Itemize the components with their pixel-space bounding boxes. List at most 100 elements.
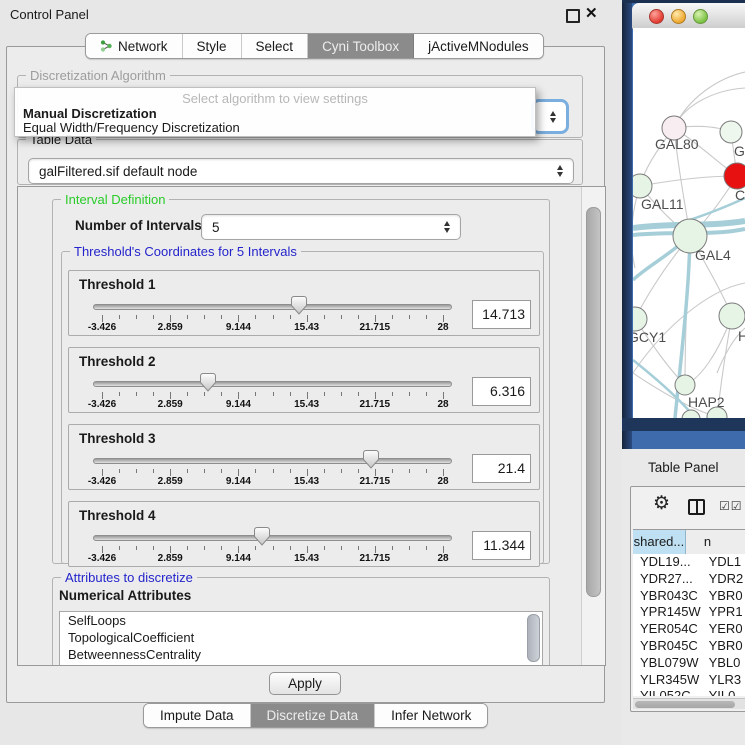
slider-track[interactable]	[93, 458, 452, 464]
slider-tick	[341, 392, 342, 396]
node-label: H	[738, 328, 745, 344]
slider-tick	[358, 315, 359, 319]
slider-thumb[interactable]	[254, 527, 270, 546]
scrollpane-scrollbar-thumb[interactable]	[586, 207, 601, 597]
network-node-c[interactable]	[724, 163, 745, 189]
attribute-list-item[interactable]: BetweennessCentrality	[60, 646, 542, 663]
tab-network[interactable]: Network	[86, 34, 183, 58]
attribute-list-item[interactable]: SelfLoops	[60, 612, 542, 629]
slider-tick	[409, 392, 410, 396]
table-row[interactable]: YPR145WYPR1	[633, 604, 745, 621]
combo-stepper-icon	[557, 165, 564, 177]
table-hscrollbar-track[interactable]	[633, 698, 745, 709]
network-window-titlebar[interactable]	[632, 3, 745, 29]
cell-name: YIL0	[704, 688, 745, 696]
slider-thumb[interactable]	[363, 450, 379, 469]
threshold-label: Threshold 4	[79, 508, 156, 523]
tab-cyni-toolbox[interactable]: Cyni Toolbox	[308, 34, 414, 58]
tab-style[interactable]: Style	[183, 34, 242, 58]
network-node-hap2[interactable]	[675, 375, 695, 395]
table-row[interactable]: YIL052CYIL0	[633, 688, 745, 696]
mac-zoom-button[interactable]	[693, 9, 708, 24]
cell-shared-name: YDR27...	[633, 571, 704, 588]
slider-track[interactable]	[93, 535, 452, 541]
slider-tick-label: 21.715	[360, 399, 391, 410]
num-intervals-combobox[interactable]: 5	[201, 214, 461, 240]
table-row[interactable]: YDR27...YDR2	[633, 571, 745, 588]
threshold-value-field[interactable]: 14.713	[472, 300, 531, 329]
tab-impute-data[interactable]: Impute Data	[144, 704, 251, 727]
slider-tick	[273, 315, 274, 319]
table-hscrollbar-thumb[interactable]	[635, 701, 735, 708]
tab-jactivemnodules[interactable]: jActiveMNodules	[414, 34, 543, 58]
apply-button[interactable]: Apply	[269, 672, 341, 695]
slider-track[interactable]	[93, 304, 452, 310]
slider-track[interactable]	[93, 381, 452, 387]
slider-thumb[interactable]	[200, 373, 216, 392]
attribute-list-item[interactable]: TopologicalCoefficient	[60, 629, 542, 646]
slider-tick	[290, 392, 291, 396]
float-window-icon[interactable]	[566, 9, 580, 23]
slider-tick	[238, 469, 239, 476]
select-columns-icon[interactable]: ☑☑	[719, 499, 743, 513]
slider-tick	[170, 315, 171, 322]
network-node-gal11[interactable]	[633, 174, 652, 198]
mac-minimize-button[interactable]	[671, 9, 686, 24]
network-canvas[interactable]: GAL80GACGAL11GAL4GCY1HHAP2	[633, 28, 745, 418]
slider-tick	[153, 315, 154, 319]
column-header-shared-name[interactable]: shared...	[633, 530, 686, 554]
num-intervals-label: Number of Intervals	[75, 218, 202, 233]
threshold-value-field[interactable]: 21.4	[472, 454, 531, 483]
thresholds-group: Threshold's Coordinates for 5 Intervals …	[61, 251, 544, 564]
slider-tick	[307, 315, 308, 322]
threshold-value-field[interactable]: 6.316	[472, 377, 531, 406]
algorithm-combobox[interactable]	[531, 99, 569, 134]
split-columns-icon[interactable]	[688, 499, 705, 515]
algorithm-option[interactable]: Equal Width/Frequency Discretization	[23, 120, 240, 135]
combo-value: 5	[202, 220, 220, 235]
mac-close-button[interactable]	[649, 9, 664, 24]
slider-tick	[153, 546, 154, 550]
slider-tick	[119, 546, 120, 550]
network-node[interactable]	[682, 410, 700, 418]
cyni-toolbox-panel: Discretization Algorithm Select algorith…	[6, 46, 605, 703]
tab-select[interactable]: Select	[242, 34, 309, 58]
top-tabbar: NetworkStyleSelectCyni ToolboxjActiveMNo…	[85, 33, 544, 59]
slider-tick-label: 2.859	[158, 476, 183, 487]
control-panel-titlebar: Control Panel ✕	[0, 0, 620, 30]
threshold-label: Threshold 1	[79, 277, 156, 292]
slider-tick	[255, 392, 256, 396]
slider-tick	[204, 315, 205, 319]
table-row[interactable]: YER054CYER0	[633, 621, 745, 638]
table-data-combobox[interactable]: galFiltered.sif default node	[28, 158, 574, 184]
slider-tick-label: 28	[437, 322, 448, 333]
slider-tick	[119, 315, 120, 319]
slider-tick	[136, 392, 137, 396]
attributes-list-scrollbar[interactable]	[527, 614, 540, 662]
scrollpane-scrollbar-track[interactable]	[581, 187, 605, 665]
network-node-gcy1[interactable]	[633, 307, 647, 331]
table-row[interactable]: YBR043CYBR0	[633, 588, 745, 605]
slider-tick	[255, 315, 256, 319]
network-node-ga[interactable]	[720, 121, 742, 143]
column-header-name[interactable]: n	[686, 530, 745, 554]
threshold-value-field[interactable]: 11.344	[472, 531, 531, 560]
table-row[interactable]: YBR045CYBR0	[633, 638, 745, 655]
close-panel-icon[interactable]: ✕	[585, 4, 598, 22]
slider-tick	[136, 315, 137, 319]
algorithm-option[interactable]: Manual Discretization	[23, 106, 157, 121]
table-row[interactable]: YBL079WYBL0	[633, 655, 745, 672]
slider-tick	[170, 469, 171, 476]
threshold-box: Threshold 3-3.4262.8599.14415.4321.71528…	[68, 424, 540, 490]
window-frame-edge	[622, 0, 632, 449]
gear-icon[interactable]: ⚙	[653, 494, 670, 513]
popup-hint-text: Select algorithm to view settings	[15, 91, 535, 106]
numerical-attributes-list[interactable]: SelfLoopsTopologicalCoefficientBetweenne…	[59, 611, 543, 666]
slider-tick	[238, 315, 239, 322]
tab-discretize-data[interactable]: Discretize Data	[251, 704, 376, 727]
slider-thumb[interactable]	[291, 296, 307, 315]
tab-infer-network[interactable]: Infer Network	[375, 704, 487, 727]
network-node-h[interactable]	[719, 303, 745, 329]
table-row[interactable]: YLR345WYLR3	[633, 672, 745, 689]
table-row[interactable]: YDL19...YDL1	[633, 554, 745, 571]
